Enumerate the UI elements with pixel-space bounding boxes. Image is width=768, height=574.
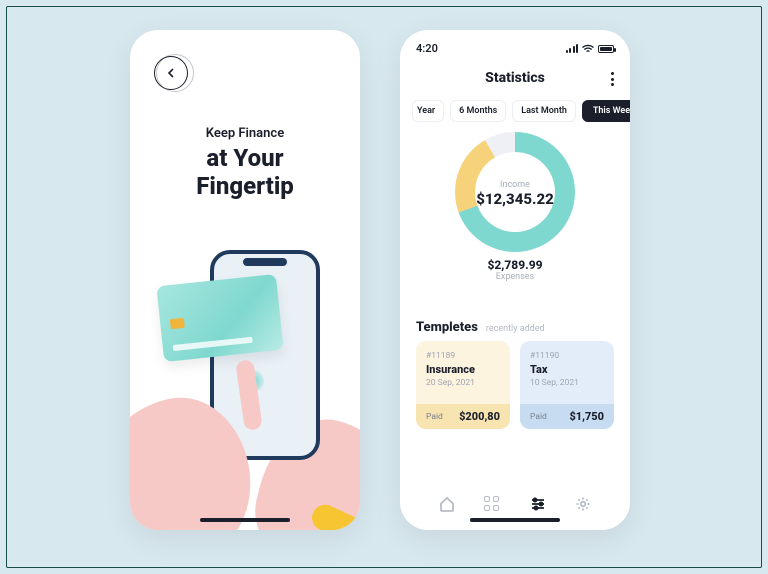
more-menu-button[interactable]: [611, 72, 614, 86]
hero-kicker: Keep Finance: [130, 126, 360, 141]
filter-year[interactable]: Year: [412, 100, 444, 122]
template-date: 20 Sep, 2021: [426, 378, 500, 388]
home-indicator[interactable]: [470, 518, 560, 522]
expenses-value: $2,789.99: [400, 258, 630, 272]
income-chart: Income $12,345.22 $2,789.99 Expenses: [400, 132, 630, 312]
hero-headline-line1: at Your: [206, 144, 283, 172]
home-indicator[interactable]: [200, 518, 290, 522]
template-id: #11190: [530, 351, 604, 361]
template-name: Insurance: [426, 363, 500, 376]
nav-sliders-icon[interactable]: [530, 496, 546, 512]
template-date: 10 Sep, 2021: [530, 378, 604, 388]
nav-settings-icon[interactable]: [575, 496, 591, 512]
statistics-screen: 4:20 Statistics Year 6 Months Last Month…: [400, 30, 630, 530]
hero-illustration: [130, 230, 360, 530]
filter-last-month[interactable]: Last Month: [512, 100, 576, 122]
signal-icon: [566, 44, 579, 53]
template-card-insurance[interactable]: #11189 Insurance 20 Sep, 2021 Paid $200,…: [416, 341, 510, 429]
template-status: Paid: [530, 412, 547, 422]
nav-grid-icon[interactable]: [484, 496, 500, 512]
template-amount: $200,80: [459, 410, 500, 423]
templates-subtitle: recently added: [486, 324, 545, 334]
income-label: Income: [400, 180, 630, 190]
filter-6-months[interactable]: 6 Months: [450, 100, 506, 122]
template-amount: $1,750: [569, 410, 604, 423]
hero-headline: at Your Fingertip: [130, 145, 360, 200]
wifi-icon: [582, 44, 594, 53]
status-bar: 4:20: [416, 42, 614, 55]
template-card-tax[interactable]: #11190 Tax 10 Sep, 2021 Paid $1,750: [520, 341, 614, 429]
nav-home-icon[interactable]: [439, 496, 455, 512]
back-button[interactable]: [154, 56, 188, 90]
filter-this-week[interactable]: This Week: [582, 100, 630, 122]
battery-icon: [598, 45, 614, 53]
range-filter: Year 6 Months Last Month This Week: [400, 86, 630, 122]
templates-title: Templetes: [416, 320, 478, 335]
hero-headline-line2: Fingertip: [196, 172, 294, 200]
page-title: Statistics: [400, 70, 630, 86]
onboarding-screen: Keep Finance at Your Fingertip: [130, 30, 360, 530]
expenses-label: Expenses: [400, 272, 630, 282]
status-time: 4:20: [416, 42, 438, 55]
template-status: Paid: [426, 412, 443, 422]
income-value: $12,345.22: [400, 190, 630, 208]
template-id: #11189: [426, 351, 500, 361]
bottom-nav: [400, 496, 630, 512]
template-name: Tax: [530, 363, 604, 376]
